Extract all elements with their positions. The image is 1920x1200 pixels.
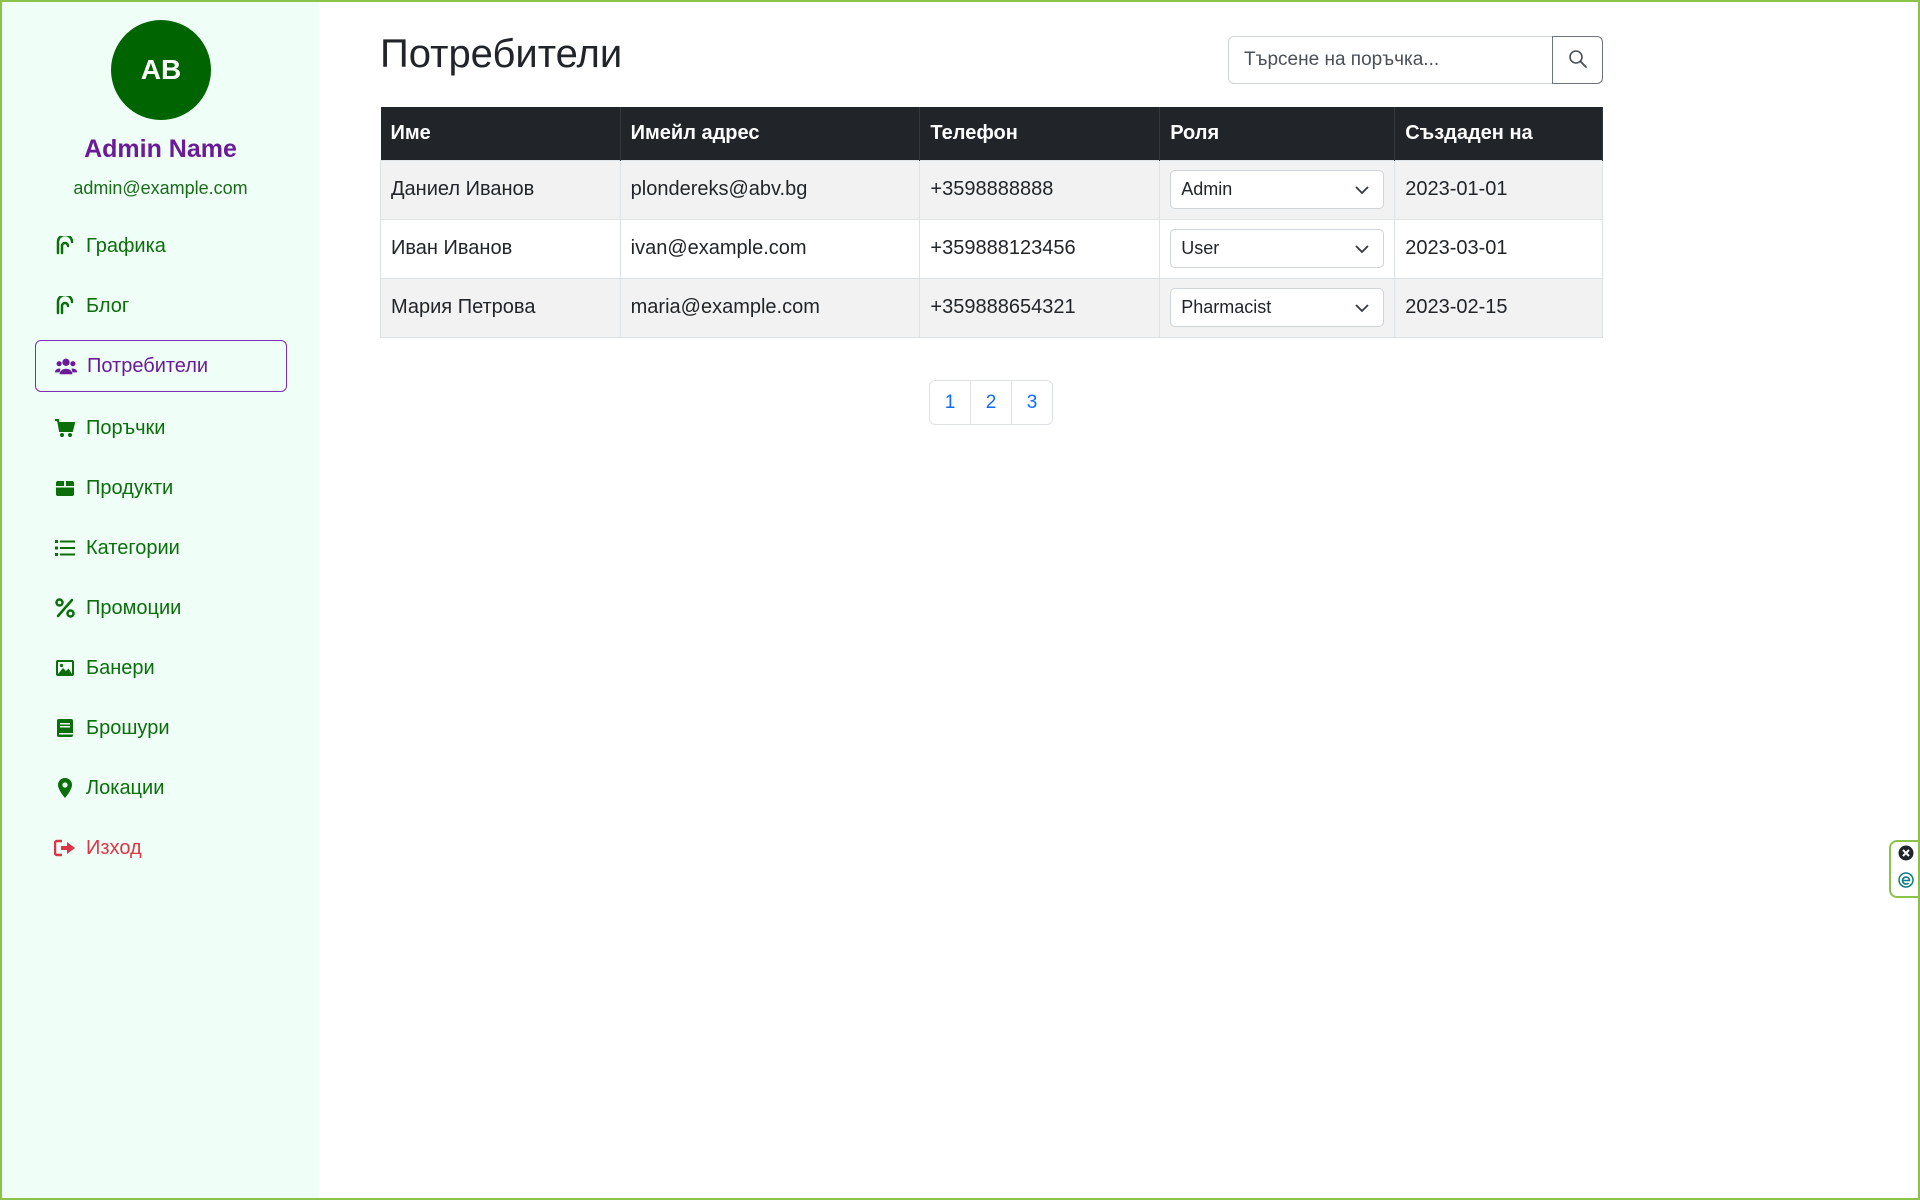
- cell-name: Мария Петрова: [380, 277, 621, 338]
- cell-phone: +359888654321: [919, 277, 1161, 338]
- cell-name: Даниел Иванов: [380, 159, 621, 219]
- table-row: Даниел Иванов plondereks@abv.bg +3598888…: [380, 159, 1603, 219]
- sidebar-item-banners[interactable]: Банери: [35, 642, 287, 694]
- cell-role: Admin: [1159, 159, 1396, 219]
- table-row: Мария Петрова maria@example.com +3598886…: [380, 277, 1603, 338]
- role-select[interactable]: User: [1170, 229, 1385, 268]
- sidebar-item-promotions[interactable]: Промоции: [35, 582, 287, 634]
- sidebar-item-products[interactable]: Продукти: [35, 462, 287, 514]
- role-select-value: Pharmacist: [1181, 297, 1272, 317]
- admin-email: admin@example.com: [73, 178, 248, 198]
- role-select[interactable]: Pharmacist: [1170, 288, 1385, 327]
- sidebar-item-logout[interactable]: Изход: [35, 822, 287, 874]
- admin-name: Admin Name: [84, 135, 237, 163]
- sidebar-item-label: Брошури: [86, 716, 170, 739]
- list-icon: [54, 537, 76, 559]
- extension-icon[interactable]: [1897, 872, 1914, 893]
- percent-icon: [54, 597, 76, 619]
- sidebar-item-label: Потребители: [87, 354, 209, 377]
- sidebar-item-blog[interactable]: Блог: [35, 280, 287, 332]
- column-header-phone: Телефон: [919, 107, 1161, 160]
- close-icon[interactable]: [1898, 845, 1914, 866]
- sidebar-item-locations[interactable]: Локации: [35, 762, 287, 814]
- users-table: Име Имейл адрес Телефон Роля Създаден на…: [380, 107, 1603, 338]
- chevron-down-icon: [1355, 238, 1369, 259]
- sidebar-item-charts[interactable]: Графика: [35, 220, 287, 272]
- column-header-email: Имейл адрес: [620, 107, 921, 160]
- sidebar-item-label: Поръчки: [86, 416, 166, 439]
- sidebar-item-label: Категории: [86, 536, 180, 559]
- cell-created: 2023-02-15: [1394, 277, 1603, 338]
- sidebar-item-label: Блог: [86, 294, 130, 317]
- role-select-value: Admin: [1181, 179, 1233, 199]
- page-link-1[interactable]: 1: [929, 380, 971, 425]
- cell-email: maria@example.com: [620, 277, 921, 338]
- search-button[interactable]: [1552, 36, 1603, 84]
- sidebar-item-label: Локации: [86, 776, 165, 799]
- page-link-3[interactable]: 3: [1011, 380, 1053, 425]
- extension-widget: [1889, 840, 1920, 898]
- cart-icon: [54, 417, 76, 439]
- sidebar-item-label: Промоции: [86, 596, 182, 619]
- cell-name: Иван Иванов: [380, 218, 621, 278]
- sidebar-item-brochures[interactable]: Брошури: [35, 702, 287, 754]
- table-row: Иван Иванов ivan@example.com +3598881234…: [380, 218, 1603, 278]
- sidebar-item-orders[interactable]: Поръчки: [35, 402, 287, 454]
- page-link-2[interactable]: 2: [970, 380, 1012, 425]
- sidebar-item-label: Продукти: [86, 476, 174, 499]
- users-icon: [55, 355, 77, 377]
- sidebar: AB Admin Name admin@example.com Графика …: [2, 2, 319, 1198]
- pagination: 1 2 3: [929, 380, 1053, 425]
- sidebar-item-users[interactable]: Потребители: [35, 340, 287, 392]
- cell-email: plondereks@abv.bg: [620, 159, 921, 219]
- page-title: Потребители: [380, 32, 623, 76]
- image-icon: [54, 657, 76, 679]
- book-icon: [54, 717, 76, 739]
- logout-icon: [54, 837, 76, 859]
- cell-role: Pharmacist: [1159, 277, 1396, 338]
- sidebar-item-label: Банери: [86, 656, 155, 679]
- role-select[interactable]: Admin: [1170, 170, 1385, 209]
- cell-created: 2023-03-01: [1394, 218, 1603, 278]
- column-header-name: Име: [380, 107, 621, 160]
- sidebar-item-label: Изход: [86, 836, 142, 859]
- column-header-created: Създаден на: [1394, 107, 1603, 160]
- chevron-down-icon: [1355, 179, 1369, 200]
- search-bar: [1228, 36, 1603, 84]
- box-icon: [54, 477, 76, 499]
- cell-email: ivan@example.com: [620, 218, 921, 278]
- cell-phone: +359888123456: [919, 218, 1161, 278]
- location-pin-icon: [54, 777, 76, 799]
- table-header-row: Име Имейл адрес Телефон Роля Създаден на: [380, 107, 1603, 160]
- cell-created: 2023-01-01: [1394, 159, 1603, 219]
- cell-role: User: [1159, 218, 1396, 278]
- avatar: AB: [111, 20, 211, 120]
- chart-icon: [54, 235, 76, 257]
- chevron-down-icon: [1355, 297, 1369, 318]
- search-icon: [1568, 49, 1588, 72]
- sidebar-item-categories[interactable]: Категории: [35, 522, 287, 574]
- column-header-role: Роля: [1159, 107, 1396, 160]
- search-input[interactable]: [1228, 36, 1552, 84]
- cell-phone: +3598888888: [919, 159, 1161, 219]
- sidebar-item-label: Графика: [86, 234, 166, 257]
- blog-icon: [54, 295, 76, 317]
- role-select-value: User: [1181, 238, 1220, 258]
